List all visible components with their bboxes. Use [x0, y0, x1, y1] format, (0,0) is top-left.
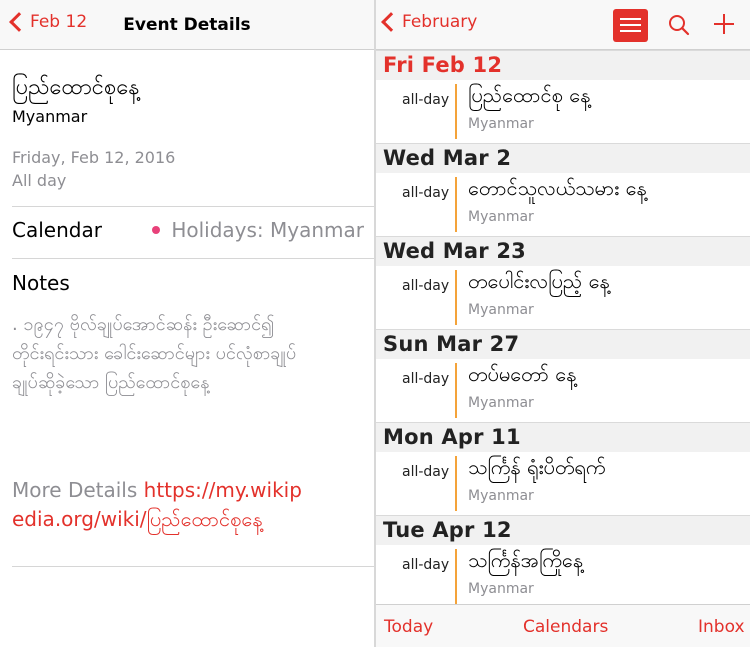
calendar-label: Calendar: [12, 218, 102, 242]
event-title: တပ်မတော် နေ့: [468, 362, 577, 386]
event-details-navbar: Feb 12 Event Details: [0, 0, 374, 50]
event-color-bar: [455, 84, 457, 139]
calendar-name: Holidays: Myanmar: [171, 218, 364, 242]
event-color-bar: [455, 270, 457, 325]
event-all-day-label: all-day: [402, 464, 450, 480]
event-color-bar: [455, 549, 457, 604]
day-section-header: Wed Mar 2: [376, 143, 750, 173]
event-row[interactable]: all-day တောင်သူလယ်သမား နေ့ Myanmar: [376, 173, 750, 236]
event-row[interactable]: all-day သင်္ကြန်အကြိုနေ့ Myanmar: [376, 545, 750, 608]
search-icon[interactable]: [667, 13, 691, 37]
event-all-day-label: all-day: [402, 278, 450, 294]
event-location: Myanmar: [468, 302, 534, 318]
event-row[interactable]: all-day တပ်မတော် နေ့ Myanmar: [376, 359, 750, 422]
day-header-label: Wed Mar 23: [383, 239, 526, 263]
list-icon: [620, 24, 641, 26]
tab-inbox[interactable]: Inbox: [698, 617, 745, 637]
event-all-day-label: all-day: [402, 92, 450, 108]
day-header-label: Tue Apr 12: [383, 518, 512, 542]
calendar-list-pane: February Fri Feb 12 all-day ပြည်ထောင်စု နေ…: [376, 0, 750, 647]
day-section-header: Wed Mar 23: [376, 236, 750, 266]
event-location: Myanmar: [12, 107, 88, 126]
event-location: Myanmar: [468, 581, 534, 597]
event-title: သင်္ကြန် ရုံးပိတ်ရက်: [468, 455, 606, 479]
day-section-header: Sun Mar 27: [376, 329, 750, 359]
back-to-month-button[interactable]: February: [376, 12, 477, 32]
calendar-color-dot: [152, 226, 161, 234]
event-title: ပြည်ထောင်စုနေ့: [12, 75, 140, 100]
calendar-row[interactable]: Calendar Holidays: Myanmar: [12, 216, 364, 246]
notes-text: . ၁၉၄၇ ဗိုလ်ချုပ်အောင်ဆန်း ဦးဆောင်၍ တိုင…: [12, 314, 297, 393]
day-section-header: Tue Apr 12: [376, 515, 750, 545]
event-title: ပြည်ထောင်စု နေ့: [468, 83, 591, 107]
day-header-label: Mon Apr 11: [383, 425, 521, 449]
event-details-pane: Feb 12 Event Details ပြည်ထောင်စုနေ့ Myan…: [0, 0, 374, 647]
day-section-header: Fri Feb 12: [376, 50, 750, 80]
event-title: သင်္ကြန်အကြိုနေ့: [468, 548, 584, 572]
day-header-label: Wed Mar 2: [383, 146, 512, 170]
event-color-bar: [455, 363, 457, 418]
event-location: Myanmar: [468, 488, 534, 504]
tab-calendars[interactable]: Calendars: [523, 617, 608, 637]
day-header-label: Sun Mar 27: [383, 332, 520, 356]
notes-label: Notes: [12, 271, 70, 295]
event-all-day-label: all-day: [402, 185, 450, 201]
event-row[interactable]: all-day တပေါင်းလပြည့် နေ့ Myanmar: [376, 266, 750, 329]
event-row[interactable]: all-day ပြည်ထောင်စု နေ့ Myanmar: [376, 80, 750, 143]
divider: [12, 258, 374, 259]
chevron-left-icon: [381, 12, 401, 32]
back-to-month-label: February: [402, 12, 478, 32]
calendar-navbar: February: [376, 0, 750, 50]
plus-icon[interactable]: [712, 12, 736, 36]
list-icon: [620, 18, 641, 20]
event-row[interactable]: all-day သင်္ကြန် ရုံးပိတ်ရက် Myanmar: [376, 452, 750, 515]
day-section-header: Mon Apr 11: [376, 422, 750, 452]
page-title: Event Details: [123, 15, 251, 35]
tab-bar: Today Calendars Inbox: [376, 604, 750, 647]
event-all-day-label: all-day: [402, 371, 450, 387]
event-location: Myanmar: [468, 209, 534, 225]
event-all-day-label: all-day: [402, 557, 450, 573]
more-details-label: More Details: [12, 478, 138, 502]
event-location: Myanmar: [468, 116, 534, 132]
tab-today[interactable]: Today: [384, 617, 433, 637]
list-view-button[interactable]: [613, 9, 648, 42]
event-location: Myanmar: [468, 395, 534, 411]
day-header-label: Fri Feb 12: [383, 53, 503, 77]
divider: [12, 566, 374, 567]
event-color-bar: [455, 456, 457, 511]
event-color-bar: [455, 177, 457, 232]
list-icon: [620, 30, 641, 32]
event-all-day: All day: [12, 171, 67, 190]
event-title: တပေါင်းလပြည့် နေ့: [468, 269, 610, 293]
more-details: More Details https://my.wikipedia.org/wi…: [12, 476, 312, 534]
event-title: တောင်သူလယ်သမား နေ့: [468, 176, 647, 200]
event-date: Friday, Feb 12, 2016: [12, 148, 176, 167]
calendar-value: Holidays: Myanmar: [152, 218, 364, 242]
divider: [12, 206, 374, 207]
